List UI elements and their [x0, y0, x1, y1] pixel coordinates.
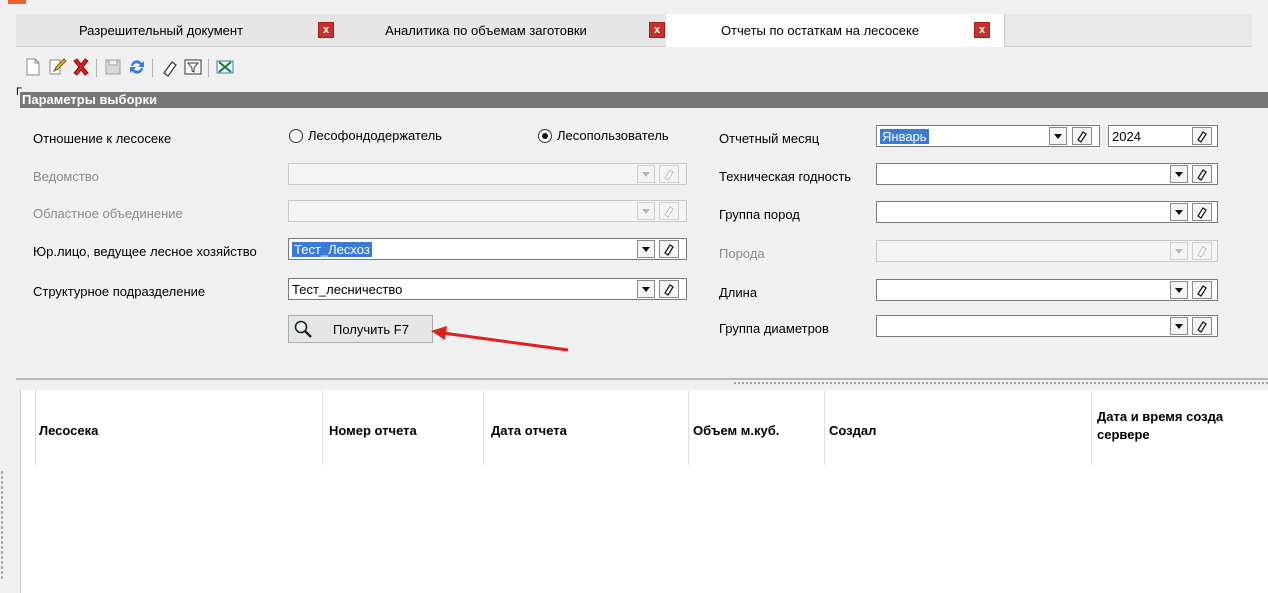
- chevron-down-icon[interactable]: [1170, 317, 1188, 335]
- get-button-label: Получить F7: [333, 322, 409, 337]
- department-select: [288, 163, 687, 185]
- close-icon[interactable]: x: [318, 22, 334, 38]
- col-header-cutting-area[interactable]: Лесосека: [39, 423, 98, 438]
- species-group-select[interactable]: [876, 201, 1218, 223]
- month-select[interactable]: Январь: [876, 125, 1100, 147]
- eraser-icon: [659, 202, 679, 220]
- chevron-down-icon[interactable]: [637, 240, 655, 258]
- eraser-icon: [659, 165, 679, 183]
- month-label: Отчетный месяц: [719, 131, 820, 146]
- eraser-icon[interactable]: [1192, 281, 1212, 299]
- delete-icon[interactable]: [70, 56, 92, 78]
- suitability-select[interactable]: [876, 163, 1218, 185]
- radio-user-label: Лесопользователь: [557, 128, 669, 143]
- length-label: Длина: [719, 285, 758, 300]
- radio-holder-circle[interactable]: [289, 128, 303, 143]
- chevron-down-icon: [637, 165, 655, 183]
- chevron-down-icon: [637, 202, 655, 220]
- relation-label: Отношение к лесосеке: [33, 131, 172, 146]
- species-group-label: Группа пород: [719, 207, 800, 222]
- eraser-icon[interactable]: [1192, 203, 1212, 221]
- tab-harvest-analytics[interactable]: Аналитика по объемам заготовки x: [336, 14, 667, 46]
- col-header-created-by[interactable]: Создал: [829, 423, 876, 438]
- chevron-down-icon: [1170, 242, 1188, 260]
- col-header-report-number[interactable]: Номер отчета: [329, 423, 417, 438]
- refresh-icon[interactable]: [126, 56, 148, 78]
- diameter-group-label: Группа диаметров: [719, 321, 829, 336]
- eraser-icon[interactable]: [1192, 165, 1212, 183]
- radio-user-circle[interactable]: [538, 128, 552, 143]
- filter-icon[interactable]: [182, 56, 204, 78]
- structural-unit-select[interactable]: Тест_лесничество: [288, 278, 687, 300]
- tab-remains-reports[interactable]: Отчеты по остаткам на лесосеке x: [666, 14, 1005, 47]
- col-header-volume[interactable]: Объем м.куб.: [693, 423, 779, 438]
- splitter-grip[interactable]: [733, 381, 1268, 385]
- legal-entity-value: Тест_Лесхоз: [292, 242, 372, 257]
- params-header: Параметры выборки: [20, 92, 1268, 108]
- structural-unit-label: Структурное подразделение: [33, 284, 206, 299]
- new-document-icon[interactable]: [22, 56, 44, 78]
- tab-label: Аналитика по объемам заготовки: [385, 23, 587, 38]
- chevron-down-icon[interactable]: [1049, 127, 1067, 145]
- eraser-icon[interactable]: [158, 56, 180, 78]
- magnifier-icon: [293, 319, 315, 342]
- chevron-down-icon[interactable]: [1170, 165, 1188, 183]
- tab-permit-document[interactable]: Разрешительный документ x: [16, 14, 337, 46]
- chevron-down-icon[interactable]: [1170, 281, 1188, 299]
- tab-bar: Разрешительный документ x Аналитика по о…: [16, 14, 1252, 47]
- eraser-icon[interactable]: [1192, 127, 1212, 145]
- col-header-report-date[interactable]: Дата отчета: [491, 423, 567, 438]
- tab-label: Разрешительный документ: [78, 23, 244, 38]
- structural-unit-value: Тест_лесничество: [292, 282, 403, 297]
- eraser-icon[interactable]: [659, 280, 679, 298]
- radio-holder-label: Лесофондодержатель: [308, 128, 442, 143]
- annotation-arrow: [431, 326, 569, 352]
- tab-label: Отчеты по остаткам на лесосеке: [720, 23, 920, 38]
- legal-entity-select[interactable]: Тест_Лесхоз: [288, 238, 687, 260]
- length-select[interactable]: [876, 279, 1218, 301]
- col-header-created-datetime[interactable]: Дата и время созда: [1097, 409, 1223, 424]
- excel-export-icon[interactable]: [214, 56, 236, 78]
- radio-holder[interactable]: Лесофондодержатель: [289, 128, 442, 143]
- species-label: Порода: [719, 246, 765, 261]
- eraser-icon: [1192, 242, 1212, 260]
- chevron-down-icon[interactable]: [637, 280, 655, 298]
- close-icon[interactable]: x: [649, 22, 665, 38]
- row-indicator-column: [35, 390, 36, 465]
- regional-label: Областное объединение: [33, 206, 183, 221]
- month-value: Январь: [880, 129, 929, 144]
- get-button[interactable]: Получить F7: [288, 315, 433, 343]
- eraser-icon[interactable]: [1192, 317, 1212, 335]
- eraser-icon[interactable]: [1072, 127, 1092, 145]
- eraser-icon[interactable]: [659, 240, 679, 258]
- diameter-group-select[interactable]: [876, 315, 1218, 337]
- radio-user[interactable]: Лесопользователь: [538, 128, 669, 143]
- legal-entity-label: Юр.лицо, ведущее лесное хозяйство: [33, 244, 257, 259]
- year-value: 2024: [1112, 129, 1141, 144]
- suitability-label: Техническая годность: [719, 169, 852, 184]
- app-accent-mark: [8, 0, 26, 4]
- regional-select: [288, 200, 687, 222]
- panel-splitter[interactable]: [16, 378, 1268, 380]
- side-grip[interactable]: [0, 470, 4, 580]
- year-input[interactable]: 2024: [1108, 125, 1218, 147]
- department-label: Ведомство: [33, 169, 99, 184]
- save-icon[interactable]: [102, 56, 124, 78]
- chevron-down-icon[interactable]: [1170, 203, 1188, 221]
- results-grid[interactable]: Лесосека Номер отчета Дата отчета Объем …: [20, 390, 1268, 593]
- col-header-created-datetime-line2: сервере: [1097, 427, 1150, 442]
- species-select: [876, 240, 1218, 262]
- close-icon[interactable]: x: [974, 22, 990, 38]
- edit-icon[interactable]: [46, 56, 68, 78]
